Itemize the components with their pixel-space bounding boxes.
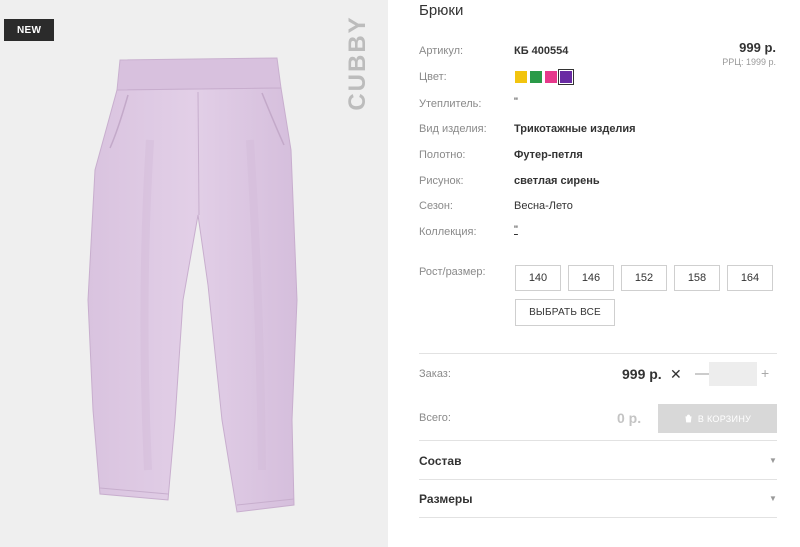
collection-label: Коллекция: (419, 226, 477, 238)
type-label: Вид изделия: (419, 123, 487, 135)
color-swatch-yellow[interactable] (515, 71, 527, 83)
fabric-label: Полотно: (419, 149, 466, 161)
article-value: КБ 400554 (514, 45, 569, 57)
fabric-value: Футер-петля (514, 149, 583, 161)
rrp-price: РРЦ: 1999 р. (722, 57, 776, 67)
product-photo[interactable]: NEW CUBBY (0, 0, 388, 547)
add-to-cart-label: В КОРЗИНУ (697, 413, 752, 424)
size-button-158[interactable]: 158 (674, 265, 720, 291)
add-to-cart-button[interactable]: В КОРЗИНУ (658, 404, 777, 433)
divider (419, 517, 777, 518)
type-value: Трикотажные изделия (514, 123, 636, 135)
accordion-sizes[interactable]: Размеры (419, 492, 472, 506)
size-button-152[interactable]: 152 (621, 265, 667, 291)
color-swatch-purple[interactable] (558, 69, 574, 85)
total-label: Всего: (419, 412, 451, 424)
insulation-value: " (514, 96, 518, 108)
article-label: Артикул: (419, 45, 464, 57)
chevron-down-icon[interactable]: ▼ (769, 494, 777, 503)
color-swatch-green[interactable] (530, 71, 542, 83)
accordion-composition[interactable]: Состав (419, 454, 461, 468)
insulation-label: Утеплитель: (419, 98, 482, 110)
collection-link[interactable]: " (514, 224, 518, 236)
size-label: Рост/размер: (419, 266, 486, 278)
season-value: Весна-Лето (514, 200, 573, 212)
size-button-164[interactable]: 164 (727, 265, 773, 291)
total-value: 0 р. (617, 410, 642, 426)
chevron-down-icon[interactable]: ▼ (769, 456, 777, 465)
decrease-quantity-button[interactable]: — (695, 365, 710, 382)
product-price: 999 р. (739, 40, 776, 55)
quantity-input[interactable] (709, 362, 757, 386)
size-button-140[interactable]: 140 (515, 265, 561, 291)
clear-icon[interactable]: ✕ (670, 366, 682, 383)
season-label: Сезон: (419, 200, 453, 212)
brand-logo: CUBBY (344, 15, 371, 111)
pattern-label: Рисунок: (419, 175, 464, 187)
color-swatch-pink[interactable] (545, 71, 557, 83)
select-all-button[interactable]: ВЫБРАТЬ ВСЕ (515, 299, 615, 326)
order-label: Заказ: (419, 368, 451, 380)
divider (419, 353, 777, 354)
pattern-value: светлая сирень (514, 175, 600, 187)
order-price: 999 р. (622, 366, 662, 382)
size-button-146[interactable]: 146 (568, 265, 614, 291)
color-swatches (515, 69, 574, 85)
product-title: Брюки (419, 2, 464, 19)
cart-icon (685, 414, 692, 423)
divider (419, 479, 777, 480)
new-badge: NEW (4, 19, 55, 41)
color-label: Цвет: (419, 71, 447, 83)
increase-quantity-button[interactable]: + (761, 365, 769, 381)
divider (419, 440, 777, 441)
size-options: 140 146 152 158 164 (515, 265, 773, 291)
